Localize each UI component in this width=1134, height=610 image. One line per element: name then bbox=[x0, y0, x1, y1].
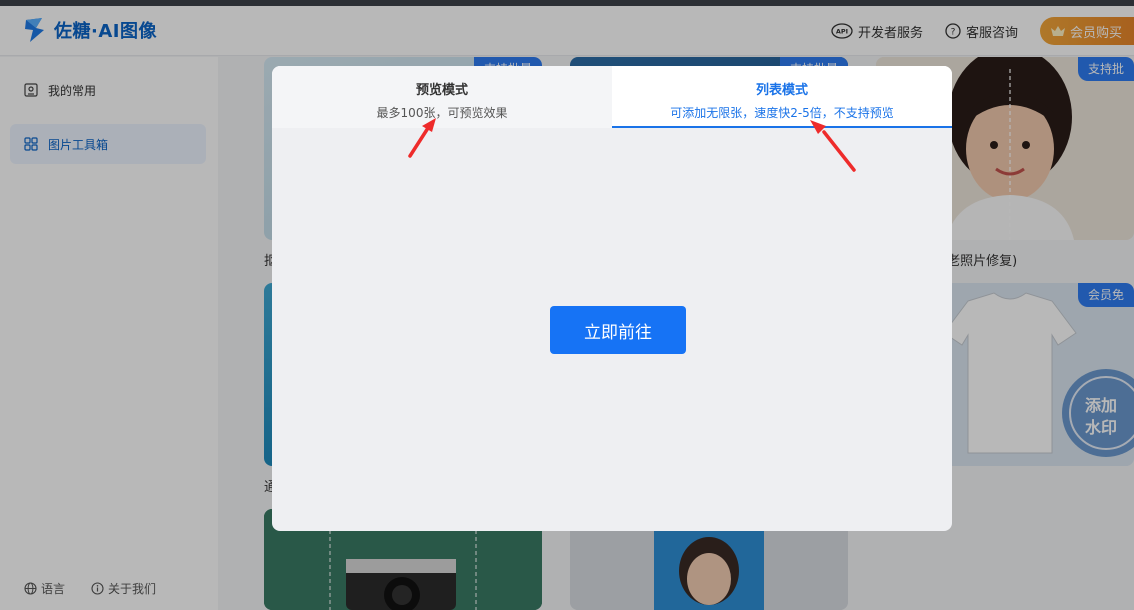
tab-title: 列表模式 bbox=[755, 83, 808, 98]
annotation-arrow-icon bbox=[408, 118, 436, 158]
tab-title: 预览模式 bbox=[415, 83, 468, 98]
annotation-arrow-icon bbox=[810, 120, 856, 172]
go-now-button[interactable]: 立即前往 bbox=[550, 306, 686, 354]
tab-subtitle: 可添加无限张，速度快2-5倍，不支持预览 bbox=[670, 106, 894, 120]
tab-list-mode[interactable]: 列表模式 可添加无限张，速度快2-5倍，不支持预览 bbox=[612, 66, 952, 128]
